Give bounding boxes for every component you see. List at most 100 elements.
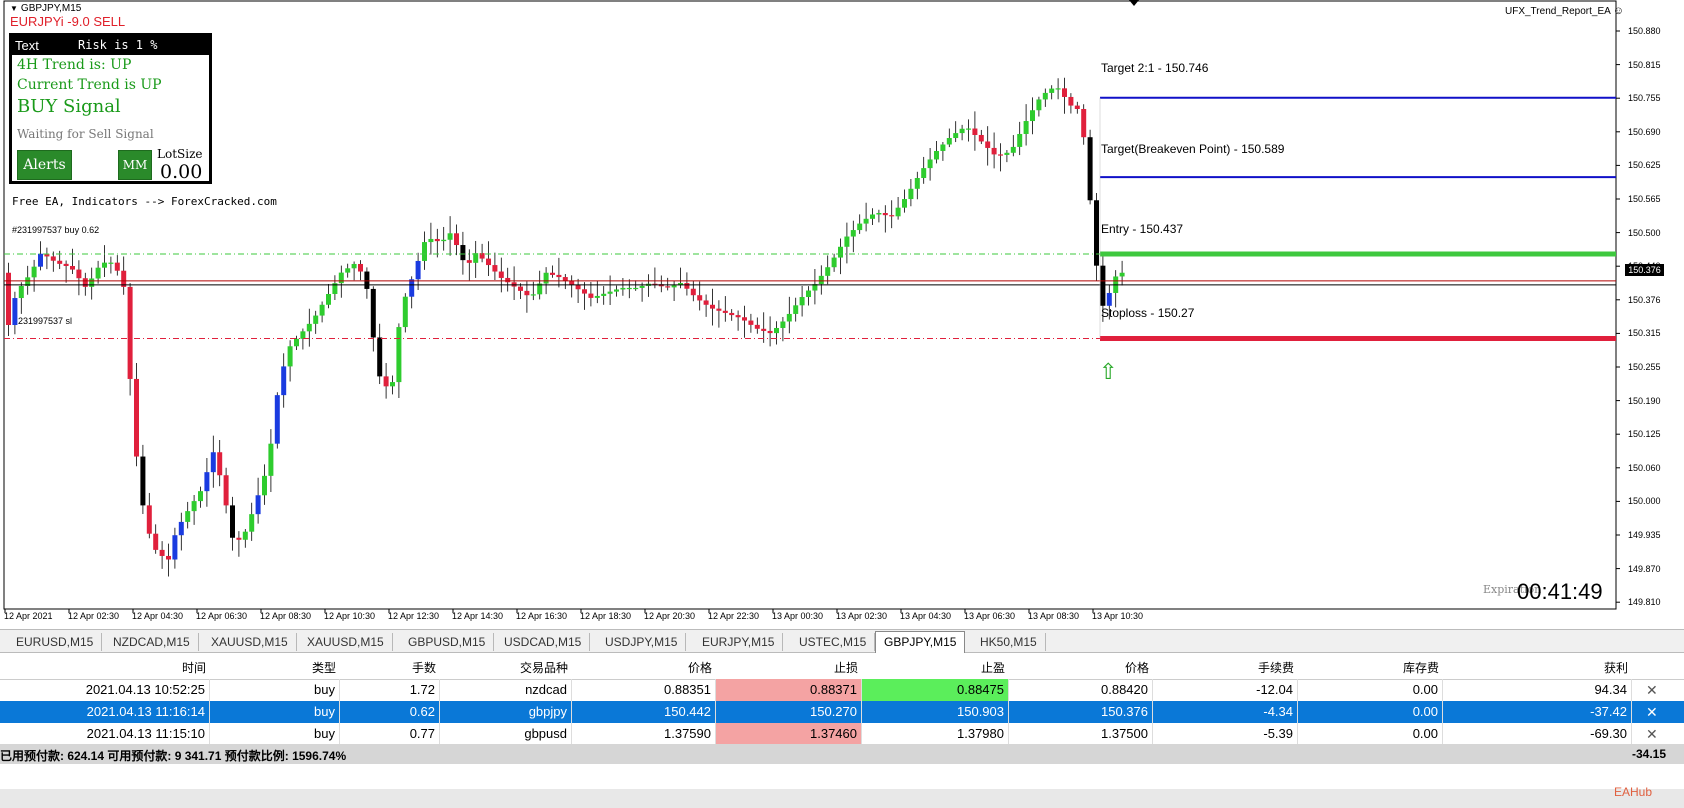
candle-body [697, 295, 703, 301]
bottom-scrollbar[interactable] [0, 789, 1684, 808]
summary-row: 已用预付款: 624.14 可用预付款: 9 341.71 预付款比例: 159… [0, 744, 1684, 764]
tab-xauusd-m15[interactable]: XAUUSD,M15 [203, 633, 297, 651]
tab-gbpusd-m15[interactable]: GBPUSD,M15 [400, 633, 495, 651]
column-header[interactable]: 库存费 [1298, 659, 1439, 676]
table-cell: 0.62 [340, 701, 440, 723]
table-cell: buy [210, 679, 340, 701]
time-tick-label: 12 Apr 10:30 [324, 611, 376, 621]
candle-body [518, 286, 523, 291]
candle-body [799, 297, 805, 306]
collapse-icon[interactable]: ▼ [10, 4, 18, 13]
time-tick-label: 12 Apr 12:30 [388, 611, 440, 621]
column-header[interactable]: 价格 [1009, 659, 1149, 676]
candle-body [1062, 88, 1067, 97]
time-tick-label: 13 Apr 00:30 [772, 611, 824, 621]
level-entry: Entry - 150.437 [1101, 222, 1184, 236]
candle-body [690, 288, 696, 296]
candle-body [1017, 133, 1023, 147]
price-tick-label: 150.755 [1628, 93, 1661, 104]
table-cell: -4.34 [1153, 701, 1298, 723]
trend-panel: Text Risk is 1 % 4H Trend is: UP Current… [9, 33, 212, 184]
candle-body [134, 378, 139, 457]
candle-body [370, 288, 376, 338]
candle-body [95, 267, 101, 279]
tab-hk50-m15[interactable]: HK50,M15 [972, 633, 1046, 651]
candle-body [895, 207, 901, 217]
table-row[interactable]: 2021.04.13 10:52:25 buy 1.72 nzdcad 0.88351 0… [0, 679, 1684, 701]
candle-body [441, 239, 447, 242]
candle-body [722, 310, 728, 313]
tab-nzdcad-m15[interactable]: NZDCAD,M15 [105, 633, 199, 651]
price-tick-label: 150.190 [1628, 395, 1661, 406]
price-tick-label: 149.870 [1628, 563, 1661, 574]
tab-xauusd-m15[interactable]: XAUUSD,M15 [299, 633, 393, 651]
level-breakeven: Target(Breakeven Point) - 150.589 [1101, 142, 1285, 156]
column-header[interactable]: 止损 [716, 659, 858, 676]
candle-body [729, 312, 735, 316]
table-row[interactable]: 2021.04.13 11:16:14 buy 0.62 gbpjpy 150.442 1… [0, 701, 1684, 723]
candle-body [889, 215, 895, 217]
countdown-timer: 00:41:49 [1517, 579, 1603, 604]
price-tick-label: 150.000 [1628, 496, 1661, 507]
table-cell: 0.88371 [716, 679, 862, 701]
candle-body [1004, 152, 1010, 155]
candle-body [1030, 110, 1035, 122]
price-tick-label: 150.060 [1628, 462, 1661, 473]
time-tick-label: 12 Apr 22:30 [708, 611, 760, 621]
candle-body [255, 495, 261, 515]
price-tick-label: 150.625 [1628, 160, 1661, 171]
tab-eurusd-m15[interactable]: EURUSD,M15 [8, 633, 103, 651]
candle-body [57, 260, 63, 264]
column-header[interactable]: 手续费 [1153, 659, 1294, 676]
tab-ustec-m15[interactable]: USTEC,M15 [791, 633, 876, 651]
table-row[interactable]: 2021.04.13 11:15:10 buy 0.77 gbpusd 1.37590 1… [0, 723, 1684, 745]
candle-body [601, 293, 607, 296]
candle-body [287, 346, 293, 367]
candle-body [396, 327, 402, 383]
tab-usdcad-m15[interactable]: USDCAD,M15 [496, 633, 591, 651]
candle-body [236, 537, 242, 540]
candle-body [607, 291, 613, 294]
candle-body [140, 456, 146, 506]
time-tick-label: 13 Apr 06:30 [964, 611, 1016, 621]
price-tick-label: 150.315 [1628, 328, 1661, 339]
column-header[interactable]: 交易品种 [440, 659, 568, 676]
lot-size-value[interactable]: 0.00 [160, 161, 202, 183]
mm-button[interactable]: MM [118, 150, 152, 180]
tab-gbpjpy-m15[interactable]: GBPJPY,M15 [875, 631, 966, 653]
column-header[interactable]: 止盈 [862, 659, 1005, 676]
candle-body [562, 277, 568, 281]
candle-body [703, 300, 709, 305]
candle-body [12, 298, 18, 326]
chart-shift-marker[interactable] [1129, 0, 1139, 6]
candle-body [358, 263, 363, 272]
alerts-button[interactable]: Alerts [17, 150, 72, 180]
price-tick-label: 150.565 [1628, 194, 1661, 204]
candle-body [146, 505, 152, 534]
table-cell: 0.00 [1298, 723, 1443, 745]
close-order-icon[interactable]: ✕ [1646, 723, 1658, 745]
column-header[interactable]: 获利 [1443, 659, 1628, 676]
table-cell: 0.00 [1298, 701, 1443, 723]
chart-frame [3, 0, 1617, 610]
candle-body [281, 366, 287, 396]
time-tick-label: 12 Apr 20:30 [644, 611, 696, 621]
time-tick-label: 13 Apr 10:30 [1092, 611, 1144, 621]
candle-body [582, 289, 587, 294]
candle-body [204, 472, 210, 492]
panel-header: Text Risk is 1 % [12, 36, 209, 55]
candle-body [985, 141, 991, 148]
close-order-icon[interactable]: ✕ [1646, 701, 1658, 723]
table-cell: nzdcad [440, 679, 572, 701]
tab-usdjpy-m15[interactable]: USDJPY,M15 [597, 633, 687, 651]
column-header[interactable]: 手数 [340, 659, 436, 676]
price-chart[interactable]: ▼ GBPJPY,M15 EURJPYi -9.0 SELL UFX_Trend_… [0, 0, 1684, 641]
candle-body [940, 144, 946, 151]
candle-body [991, 147, 997, 155]
close-order-icon[interactable]: ✕ [1646, 679, 1658, 701]
column-header[interactable]: 价格 [572, 659, 712, 676]
tab-eurjpy-m15[interactable]: EURJPY,M15 [694, 633, 784, 651]
table-cell: gbpusd [440, 723, 572, 745]
column-header[interactable]: 时间 [0, 659, 206, 676]
column-header[interactable]: 类型 [210, 659, 336, 676]
